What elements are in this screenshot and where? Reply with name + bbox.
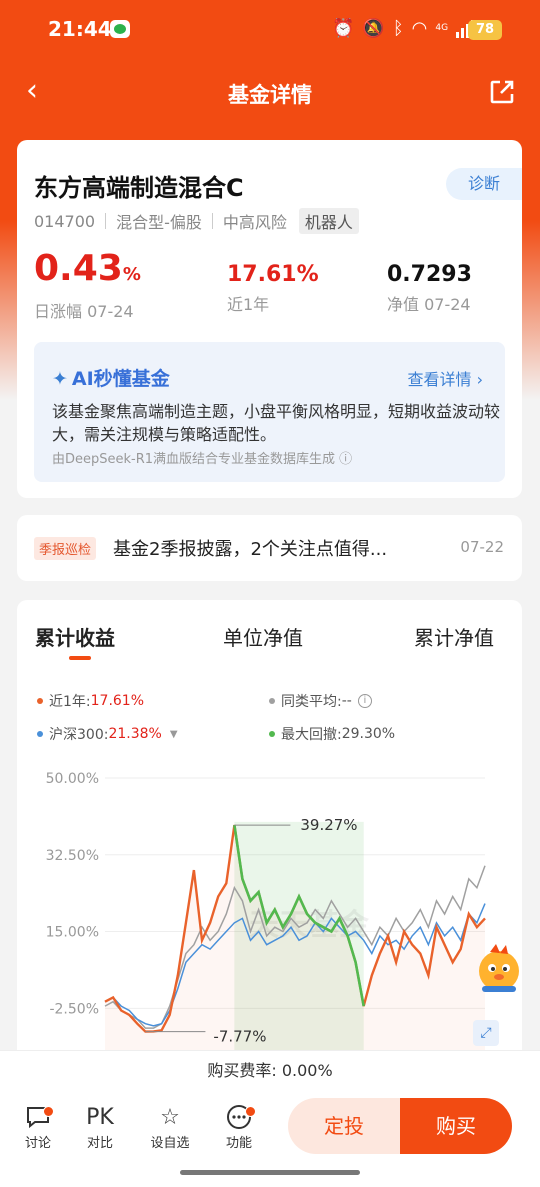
legend-dot bbox=[37, 731, 43, 737]
ai-title: ✦ AI秒懂基金 bbox=[52, 364, 170, 391]
max-annotation-label: 39.27% bbox=[300, 816, 357, 834]
ai-summary-box[interactable]: ✦ AI秒懂基金 查看详情 › 该基金聚焦高端制造主题，小盘平衡风格明显，短期收益… bbox=[34, 342, 505, 482]
notification-dot bbox=[245, 1106, 256, 1117]
mascot-icon[interactable] bbox=[470, 940, 528, 998]
tab-unit-nav[interactable]: 单位净值 bbox=[223, 622, 303, 651]
page-title: 基金详情 bbox=[228, 83, 312, 107]
fee-bar: 购买费率: 0.00% bbox=[0, 1050, 540, 1090]
chart-card: 累计收益 单位净值 累计净值 近1年: 17.61% 同类平均: -- i 沪深30… bbox=[17, 600, 522, 1070]
network-label: 4G bbox=[435, 23, 449, 33]
daily-change: 0.43% 日涨幅 07-24 bbox=[34, 250, 141, 322]
notification-dot bbox=[43, 1106, 54, 1117]
functions-button[interactable]: 功能 bbox=[211, 1102, 267, 1151]
legend-peer: 同类平均: -- i bbox=[269, 691, 372, 711]
chat-bubble-icon bbox=[10, 1102, 66, 1132]
bluetooth-icon: ᛒ bbox=[392, 18, 404, 39]
add-watchlist-button[interactable]: ☆ 设自选 bbox=[142, 1102, 198, 1152]
robot-tag[interactable]: 机器人 bbox=[298, 208, 359, 234]
notice-tag: 季报巡检 bbox=[34, 537, 97, 560]
nav-value: 0.7293 bbox=[387, 262, 472, 287]
expand-icon[interactable]: ⤢ bbox=[473, 1020, 499, 1046]
notice-date: 07-22 bbox=[460, 538, 504, 556]
mute-icon: 🔕 bbox=[362, 18, 385, 39]
wechat-icon bbox=[110, 20, 130, 38]
diagnose-button[interactable]: 诊断 bbox=[446, 168, 522, 200]
nav-label: 净值 07-24 bbox=[387, 295, 471, 314]
buy-button[interactable]: 购买 bbox=[400, 1098, 512, 1154]
compare-button[interactable]: PK 对比 bbox=[72, 1102, 128, 1152]
wifi-icon: ◠ bbox=[411, 18, 428, 39]
tab-cumulative-return[interactable]: 累计收益 bbox=[35, 622, 115, 651]
fund-name: 东方高端制造混合C bbox=[34, 174, 244, 202]
share-icon[interactable] bbox=[488, 78, 516, 106]
ai-summary-text: 该基金聚焦高端制造主题，小盘平衡风格明显，短期收益波动较大，需关注规模与策略适配… bbox=[52, 402, 501, 444]
tab-cumulative-nav[interactable]: 累计净值 bbox=[414, 622, 494, 651]
discuss-button[interactable]: 讨论 bbox=[10, 1102, 66, 1151]
home-indicator bbox=[180, 1170, 360, 1175]
divider bbox=[211, 213, 213, 229]
report-notice[interactable]: 季报巡检 基金2季报披露，2个关注点值得... 07-22 bbox=[17, 515, 522, 581]
y-tick-label: 15.00% bbox=[46, 925, 99, 941]
status-icons: ⏰ 🔕 ᛒ ◠ 4G bbox=[332, 18, 475, 39]
battery-icon: 78 bbox=[468, 20, 502, 40]
notice-text: 基金2季报披露，2个关注点值得... bbox=[113, 539, 388, 560]
pk-icon: PK bbox=[86, 1104, 114, 1130]
legend-dot bbox=[269, 698, 275, 704]
ai-title-text: AI秒懂基金 bbox=[71, 368, 170, 390]
return-chart[interactable]: 50.00% 32.50% 15.00% -2.50% 天天基金 39.27% -7.77% bbox=[17, 760, 522, 1050]
legend-dot bbox=[269, 731, 275, 737]
legend-dot bbox=[37, 698, 43, 704]
sparkle-icon: ✦ bbox=[52, 368, 68, 390]
nav-metric: 0.7293 净值 07-24 bbox=[387, 262, 472, 315]
daily-change-label: 日涨幅 07-24 bbox=[34, 302, 134, 321]
divider bbox=[105, 213, 107, 229]
fund-risk: 中高风险 bbox=[222, 213, 287, 232]
chevron-right-icon: › bbox=[476, 370, 483, 389]
daily-change-value: 0.43 bbox=[34, 248, 123, 289]
min-annotation-label: -7.77% bbox=[213, 1028, 266, 1046]
alarm-icon: ⏰ bbox=[332, 18, 355, 39]
info-icon[interactable]: i bbox=[357, 694, 372, 708]
fee-text: 购买费率: 0.00% bbox=[207, 1061, 333, 1080]
legend-index[interactable]: 沪深300: 21.38% ▼ bbox=[37, 724, 178, 744]
tab-underline bbox=[69, 656, 91, 660]
year-return-label: 近1年 bbox=[227, 295, 270, 314]
caret-down-icon: ▼ bbox=[169, 728, 178, 740]
star-plus-icon: ☆ bbox=[160, 1104, 180, 1130]
legend-fund: 近1年: 17.61% bbox=[37, 691, 144, 711]
ai-source: 由DeepSeek-R1满血版结合专业基金数据库生成 ⓘ bbox=[52, 452, 353, 467]
year-return-value: 17.61% bbox=[227, 262, 319, 287]
fund-code: 014700 bbox=[34, 211, 96, 231]
fund-type: 混合型-偏股 bbox=[116, 213, 202, 232]
auto-invest-button[interactable]: 定投 bbox=[288, 1098, 400, 1154]
nav-bar: ‹ 基金详情 bbox=[0, 62, 540, 122]
ai-detail-link[interactable]: 查看详情 › bbox=[407, 366, 483, 390]
chart-watermark: 天天基金 bbox=[249, 908, 370, 943]
info-icon[interactable]: ⓘ bbox=[339, 452, 352, 467]
fund-summary-card: 东方高端制造混合C 诊断 014700 混合型-偏股 中高风险 机器人 0.43… bbox=[17, 140, 522, 498]
fund-tags: 014700 混合型-偏股 中高风险 机器人 bbox=[34, 208, 359, 234]
y-tick-label: 32.50% bbox=[46, 848, 99, 864]
status-bar: 21:44 ⏰ 🔕 ᛒ ◠ 4G 78 bbox=[0, 0, 540, 60]
y-tick-label: -2.50% bbox=[49, 1001, 99, 1017]
daily-change-unit: % bbox=[122, 264, 141, 285]
year-return: 17.61% 近1年 bbox=[227, 262, 319, 315]
legend-drawdown: 最大回撤: 29.30% bbox=[269, 724, 395, 744]
more-icon bbox=[211, 1102, 267, 1132]
status-time: 21:44 bbox=[48, 17, 112, 41]
y-tick-label: 50.00% bbox=[46, 771, 99, 787]
